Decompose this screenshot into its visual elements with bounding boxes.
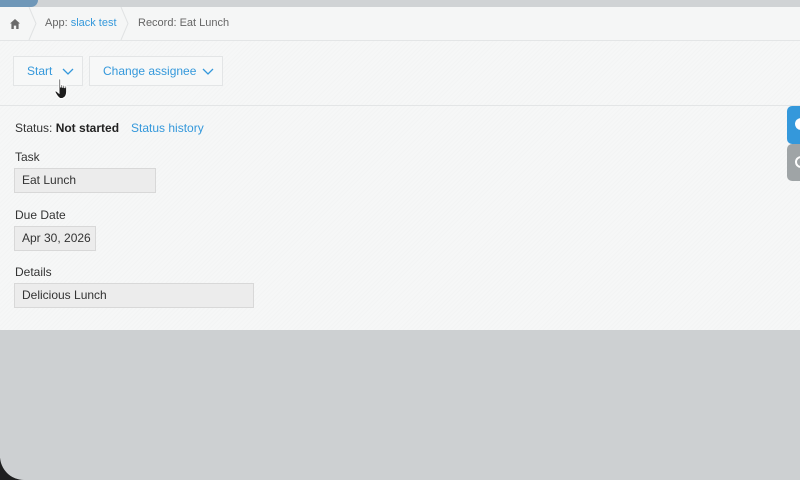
side-tab-history[interactable] bbox=[787, 144, 800, 181]
clock-icon bbox=[795, 156, 800, 168]
breadcrumb: App: slack test Record: Eat Lunch bbox=[0, 7, 800, 41]
screen-corner-mask bbox=[0, 430, 80, 480]
breadcrumb-record: Record: Eat Lunch bbox=[138, 7, 229, 40]
hand-pointer-cursor-icon bbox=[54, 78, 68, 99]
status-history-link[interactable]: Status history bbox=[131, 121, 204, 135]
start-button[interactable]: Start bbox=[13, 56, 83, 86]
chevron-down-icon bbox=[202, 68, 214, 75]
change-assignee-button[interactable]: Change assignee bbox=[89, 56, 223, 86]
breadcrumb-app: App: slack test bbox=[45, 7, 117, 40]
breadcrumb-app-prefix: App: bbox=[45, 17, 71, 29]
field-label-task: Task bbox=[15, 150, 40, 164]
window-top-accent bbox=[0, 0, 38, 7]
home-icon bbox=[10, 18, 20, 29]
status-row: Status: Not started bbox=[15, 121, 119, 135]
breadcrumb-separator bbox=[28, 7, 37, 40]
field-label-details: Details bbox=[15, 265, 52, 279]
comment-icon bbox=[795, 118, 800, 130]
start-button-label: Start bbox=[27, 64, 53, 78]
status-value: Not started bbox=[55, 121, 120, 135]
field-value-task: Eat Lunch bbox=[14, 168, 156, 193]
status-label: Status: bbox=[15, 121, 56, 135]
breadcrumb-app-link[interactable]: slack test bbox=[71, 17, 117, 29]
field-value-due-date: Apr 30, 2026 bbox=[14, 226, 96, 251]
field-value-details: Delicious Lunch bbox=[14, 283, 254, 308]
record-view-panel: App: slack test Record: Eat Lunch Start … bbox=[0, 7, 800, 330]
action-toolbar: Start Change assignee bbox=[0, 41, 800, 106]
chevron-down-icon bbox=[62, 68, 74, 75]
field-label-due-date: Due Date bbox=[15, 208, 66, 222]
change-assignee-label: Change assignee bbox=[103, 64, 197, 78]
breadcrumb-record-name: Eat Lunch bbox=[179, 17, 230, 29]
window-top-strip bbox=[0, 0, 800, 7]
side-tab-comments[interactable] bbox=[787, 106, 800, 144]
breadcrumb-separator bbox=[120, 7, 129, 40]
breadcrumb-home[interactable] bbox=[0, 7, 30, 40]
breadcrumb-record-prefix: Record: bbox=[138, 17, 180, 29]
